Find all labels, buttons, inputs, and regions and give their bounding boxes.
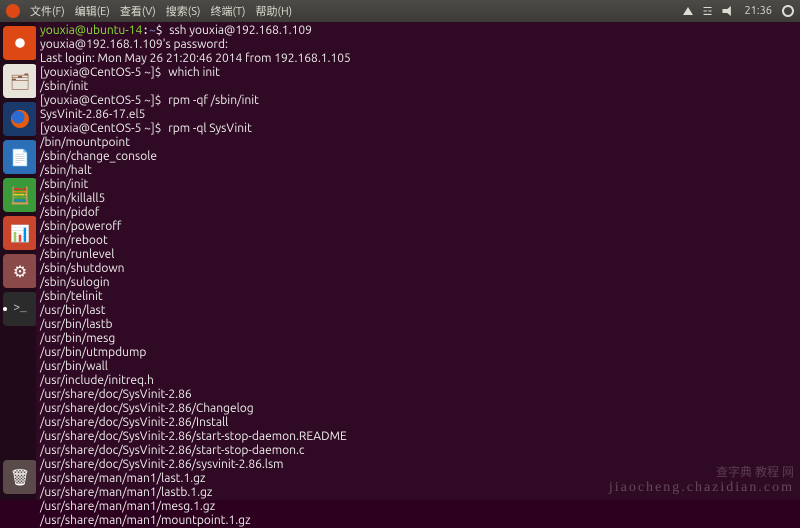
- last-login: Last login: Mon May 26 21:20:46 2014 fro…: [40, 52, 351, 65]
- spreadsheet-icon: 🧮: [10, 186, 30, 205]
- local-prompt-path: ~: [149, 24, 156, 37]
- launcher-files[interactable]: 🗂: [3, 64, 37, 98]
- gear-icon: ⚙: [13, 262, 27, 281]
- launcher-impress[interactable]: 📊: [3, 216, 37, 250]
- local-prompt-user: youxia@ubuntu-14: [40, 24, 142, 37]
- out2: SysVinit-2.86-17.el5: [40, 108, 145, 121]
- running-indicator-icon: [3, 307, 7, 311]
- menu-file[interactable]: 文件(F): [26, 3, 69, 19]
- out1: /sbin/init: [40, 80, 88, 93]
- launcher-firefox[interactable]: [3, 102, 37, 136]
- launcher-terminal[interactable]: [3, 292, 37, 326]
- cmd3: rpm -ql SysVinit: [168, 122, 252, 135]
- menubar: 文件(F) 编辑(E) 查看(V) 搜索(S) 终端(T) 帮助(H) ☲ 21…: [0, 0, 800, 22]
- system-gear-icon[interactable]: [782, 5, 794, 17]
- launcher: 🗂 📄 🧮 📊 ⚙ 🗑: [0, 22, 40, 500]
- menu-help[interactable]: 帮助(H): [252, 3, 297, 19]
- cmd-ssh: ssh youxia@192.168.1.109: [169, 24, 312, 37]
- out3-block: /bin/mountpoint /sbin/change_console /sb…: [40, 136, 347, 527]
- folder-icon: 🗂: [10, 72, 30, 91]
- indicator-keyboard-icon[interactable]: ☲: [703, 5, 713, 18]
- indicator-messages-icon[interactable]: [683, 7, 693, 15]
- menu-search[interactable]: 搜索(S): [162, 3, 205, 19]
- menubar-left: 文件(F) 编辑(E) 查看(V) 搜索(S) 终端(T) 帮助(H): [6, 3, 296, 19]
- terminal-window[interactable]: youxia@ubuntu-14:~$ ssh youxia@192.168.1…: [36, 22, 800, 500]
- menu-terminal[interactable]: 终端(T): [206, 3, 249, 19]
- volume-icon[interactable]: [722, 6, 734, 16]
- launcher-updater[interactable]: ⚙: [3, 254, 37, 288]
- remote-prompt: [youxia@CentOS-5 ~]$: [40, 66, 161, 79]
- menu-edit[interactable]: 编辑(E): [71, 3, 114, 19]
- remote-prompt: [youxia@CentOS-5 ~]$: [40, 122, 161, 135]
- presentation-icon: 📊: [10, 224, 30, 243]
- cmd1: which init: [168, 66, 220, 79]
- ubuntu-icon: [12, 35, 28, 51]
- menu-view[interactable]: 查看(V): [116, 3, 160, 19]
- launcher-trash[interactable]: 🗑: [3, 460, 37, 494]
- launcher-writer[interactable]: 📄: [3, 140, 37, 174]
- clock[interactable]: 21:36: [744, 5, 772, 17]
- ubuntu-logo-icon: [6, 4, 20, 18]
- launcher-calc[interactable]: 🧮: [3, 178, 37, 212]
- cmd2: rpm -qf /sbin/init: [168, 94, 259, 107]
- launcher-dash[interactable]: [3, 26, 37, 60]
- trash-icon: 🗑: [10, 468, 30, 487]
- document-icon: 📄: [10, 148, 30, 167]
- menubar-right: ☲ 21:36: [683, 5, 794, 18]
- remote-prompt: [youxia@CentOS-5 ~]$: [40, 94, 161, 107]
- pw-line: youxia@192.168.1.109's password:: [40, 38, 228, 51]
